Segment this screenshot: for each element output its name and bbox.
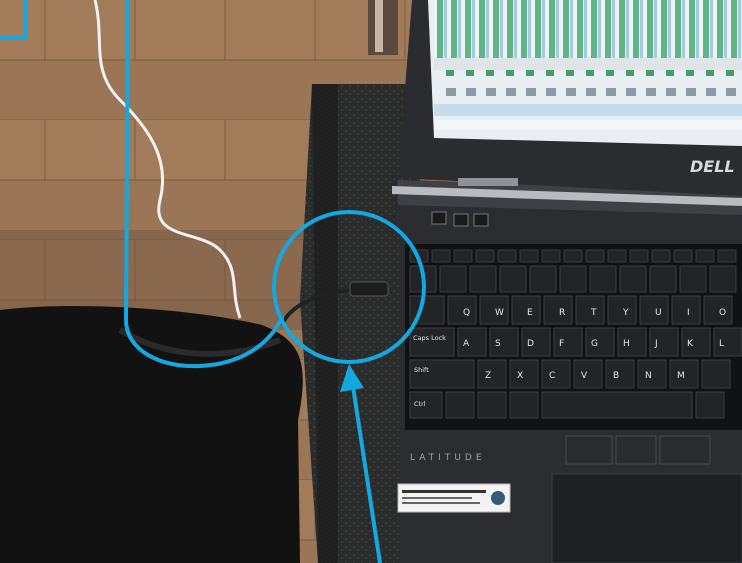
latitude-logo: LATITUDE xyxy=(410,453,486,463)
svg-text:X: X xyxy=(517,371,523,381)
svg-text:A: A xyxy=(463,339,470,349)
lid-hinge xyxy=(458,178,518,186)
svg-text:F: F xyxy=(559,339,564,349)
svg-text:L: L xyxy=(719,339,724,349)
svg-text:R: R xyxy=(559,308,565,318)
usb-plug xyxy=(349,281,389,297)
touchpad-right-button[interactable] xyxy=(659,435,711,465)
svg-text:S: S xyxy=(495,339,501,349)
touchpad-left-button[interactable] xyxy=(565,435,613,465)
svg-text:W: W xyxy=(495,308,504,318)
svg-text:G: G xyxy=(591,339,598,349)
volume-down-button[interactable] xyxy=(453,213,469,227)
svg-text:N: N xyxy=(645,371,652,381)
shift-key-label: Shift xyxy=(414,366,429,374)
svg-text:E: E xyxy=(527,308,533,318)
dell-logo: DELL xyxy=(690,157,735,176)
svg-text:J: J xyxy=(654,339,658,349)
photo-scene: Q W E R T Y U I O A S D F G H J K L Z X … xyxy=(0,0,742,563)
mixer-app-screenshot xyxy=(434,0,742,130)
svg-text:U: U xyxy=(655,308,662,318)
svg-text:I: I xyxy=(687,308,690,318)
globe-icon xyxy=(491,491,505,505)
key-label: Q xyxy=(463,308,470,318)
volume-up-button[interactable] xyxy=(473,213,489,227)
touchpad-middle-button[interactable] xyxy=(615,435,657,465)
key-grid xyxy=(409,249,742,419)
svg-text:B: B xyxy=(613,371,619,381)
svg-text:O: O xyxy=(719,308,726,318)
svg-text:Y: Y xyxy=(622,308,629,318)
touchpad[interactable] xyxy=(551,473,742,563)
svg-text:T: T xyxy=(590,308,597,318)
svg-text:C: C xyxy=(549,371,555,381)
svg-text:Z: Z xyxy=(485,371,491,381)
svg-text:H: H xyxy=(623,339,630,349)
svg-text:D: D xyxy=(527,339,534,349)
svg-text:M: M xyxy=(677,371,685,381)
photo-canvas: Q W E R T Y U I O A S D F G H J K L Z X … xyxy=(0,0,742,563)
ctrl-key-label: Ctrl xyxy=(414,400,426,408)
mute-button[interactable] xyxy=(431,211,447,225)
capslock-key-label: Caps Lock xyxy=(413,334,446,342)
svg-text:V: V xyxy=(581,371,588,381)
